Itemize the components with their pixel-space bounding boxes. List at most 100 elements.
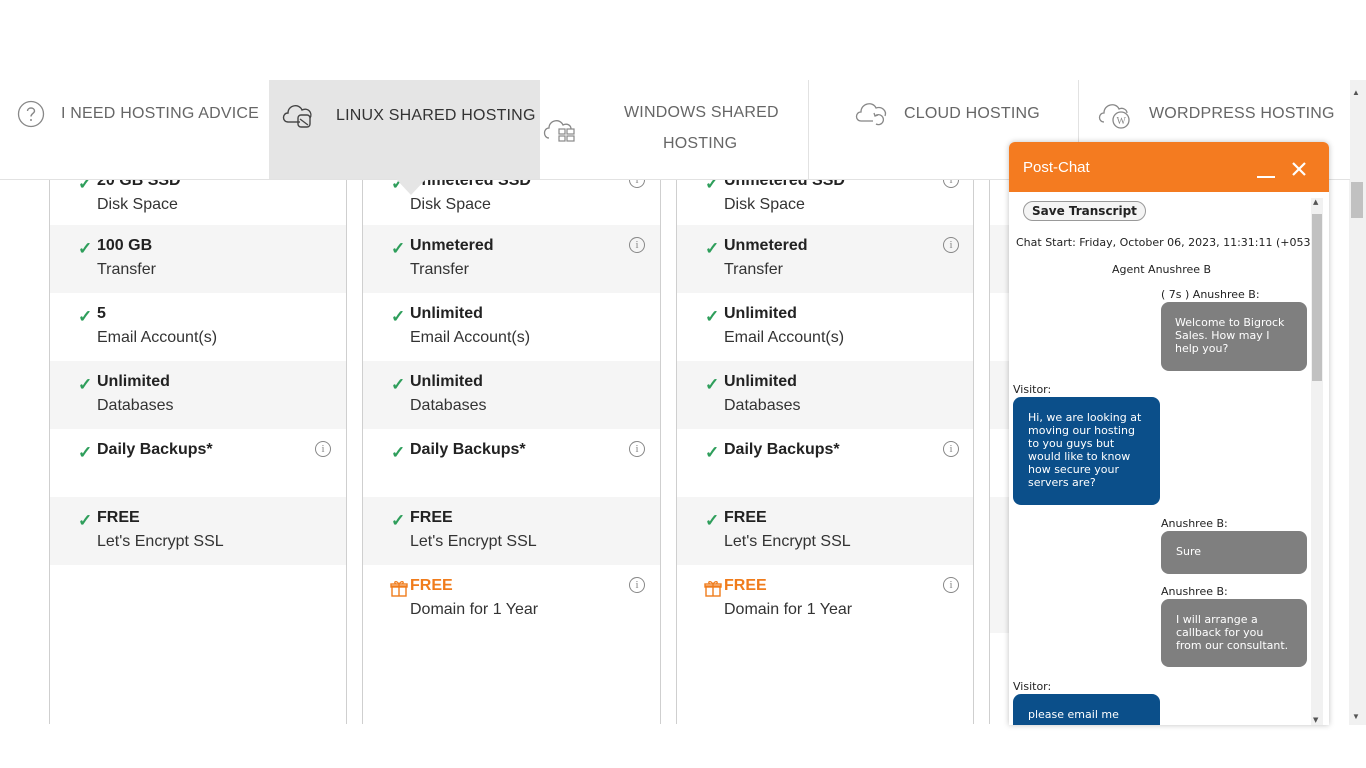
cloud-wordpress-icon: W <box>1098 104 1130 129</box>
plan-column-3: ✓ Unmetered SSD Disk Space i ✓ Unmetered… <box>676 160 974 724</box>
info-icon[interactable]: i <box>943 237 959 253</box>
feature-title: FREE <box>410 509 453 526</box>
feature-sub: Databases <box>724 397 801 414</box>
chat-scroll-down-arrow[interactable]: ▼ <box>1313 716 1318 724</box>
check-icon: ✓ <box>391 375 406 394</box>
visitor-message: Hi, we are looking at moving our hosting… <box>1013 397 1160 505</box>
feature-row: ✓ Daily Backups* i <box>363 429 660 497</box>
feature-row: ✓ Unlimited Email Account(s) <box>363 293 660 361</box>
tab-label: CLOUD HOSTING <box>904 105 1040 122</box>
feature-title: Daily Backups* <box>724 441 840 458</box>
plan-column-1: ✓ 20 GB SSD Disk Space ✓ 100 GB Transfer… <box>49 160 347 724</box>
check-icon: ✓ <box>78 511 93 530</box>
feature-row: ✓ FREE Let's Encrypt SSL <box>50 497 346 565</box>
agent-message: I will arrange a callback for you from o… <box>1161 599 1307 667</box>
feature-row: ✓ Unlimited Email Account(s) <box>677 293 973 361</box>
tab-label-line1: WINDOWS SHARED <box>624 104 779 121</box>
feature-row: ✓ 100 GB Transfer <box>50 225 346 293</box>
tab-label-line2: HOSTING <box>663 135 738 152</box>
chat-header: Post-Chat <box>1009 142 1329 192</box>
feature-sub: Disk Space <box>724 196 805 213</box>
feature-sub: Email Account(s) <box>724 329 845 346</box>
scroll-thumb[interactable] <box>1351 182 1363 218</box>
feature-sub: Email Account(s) <box>97 329 218 346</box>
cloud-icon <box>855 103 887 126</box>
message-sender: Anushree B: <box>1161 517 1228 530</box>
feature-title: Unmetered <box>410 237 494 254</box>
tab-label: I NEED HOSTING ADVICE <box>61 105 260 122</box>
feature-sub: Disk Space <box>410 196 491 213</box>
check-icon: ✓ <box>705 511 720 530</box>
agent-message: Welcome to Bigrock Sales. How may I help… <box>1161 302 1307 371</box>
feature-sub: Let's Encrypt SSL <box>724 533 851 550</box>
tab-hosting-advice[interactable]: I NEED HOSTING ADVICE <box>0 80 268 179</box>
feature-row: ✓ 5 Email Account(s) <box>50 293 346 361</box>
check-icon: ✓ <box>391 307 406 326</box>
feature-row: ✓ Unlimited Databases <box>363 361 660 429</box>
agent-name: Agent Anushree B <box>1112 263 1212 276</box>
feature-row: ✓ Unlimited Databases <box>50 361 346 429</box>
feature-title: Unlimited <box>724 373 797 390</box>
question-icon <box>17 100 45 128</box>
check-icon: ✓ <box>78 375 93 394</box>
check-icon: ✓ <box>391 511 406 530</box>
feature-sub: Domain for 1 Year <box>410 601 539 618</box>
feature-title: Daily Backups* <box>410 441 526 458</box>
info-icon[interactable]: i <box>629 237 645 253</box>
feature-row: ✓ Daily Backups* i <box>50 429 346 497</box>
feature-row: ✓ FREE Let's Encrypt SSL <box>677 497 973 565</box>
feature-row: ✓ Unlimited Databases <box>677 361 973 429</box>
gift-icon <box>390 581 408 597</box>
feature-title: Unmetered <box>724 237 808 254</box>
check-icon: ✓ <box>705 375 720 394</box>
tab-windows-shared-hosting[interactable]: WINDOWS SHARED HOSTING <box>540 80 808 179</box>
cloud-windows-icon <box>543 120 575 142</box>
feature-title: Unlimited <box>410 305 483 322</box>
tab-label: WORDPRESS HOSTING <box>1149 105 1335 122</box>
feature-sub: Let's Encrypt SSL <box>410 533 537 550</box>
chat-scrollbar[interactable]: ▲ ▼ <box>1311 198 1323 725</box>
feature-sub: Databases <box>97 397 174 414</box>
check-icon: ✓ <box>78 307 93 326</box>
chat-scroll-up-arrow[interactable]: ▲ <box>1313 198 1318 206</box>
feature-row: ✓ Unmetered Transfer i <box>363 225 660 293</box>
info-icon[interactable]: i <box>943 441 959 457</box>
check-icon: ✓ <box>78 239 93 258</box>
feature-row: ✓ Unmetered Transfer i <box>677 225 973 293</box>
save-transcript-button[interactable]: Save Transcript <box>1023 201 1146 221</box>
feature-title: FREE <box>97 509 140 526</box>
message-sender: Visitor: <box>1013 680 1052 693</box>
minimize-icon[interactable] <box>1257 176 1275 178</box>
feature-row: ✓ Daily Backups* i <box>677 429 973 497</box>
cloud-server-icon <box>282 105 312 128</box>
info-icon[interactable]: i <box>943 577 959 593</box>
close-icon[interactable] <box>1291 161 1307 177</box>
chat-start-text: Chat Start: Friday, October 06, 2023, 11… <box>1016 236 1322 249</box>
feature-title: Unlimited <box>97 373 170 390</box>
scroll-up-arrow[interactable]: ▲ <box>1352 88 1360 97</box>
plan-column-2: ✓ Unmetered SSD Disk Space i ✓ Unmetered… <box>362 160 661 724</box>
feature-title: FREE <box>410 577 453 594</box>
feature-sub: Transfer <box>724 261 783 278</box>
feature-row: ✓ FREE Let's Encrypt SSL <box>363 497 660 565</box>
feature-title: Daily Backups* <box>97 441 213 458</box>
feature-sub: Transfer <box>410 261 469 278</box>
tab-label: LINUX SHARED HOSTING <box>336 107 536 124</box>
check-icon: ✓ <box>391 239 406 258</box>
chat-transcript: Save Transcript Chat Start: Friday, Octo… <box>1009 192 1329 725</box>
page-scrollbar[interactable]: ▲ ▼ <box>1349 80 1366 725</box>
info-icon[interactable]: i <box>629 577 645 593</box>
scroll-down-arrow[interactable]: ▼ <box>1352 712 1360 721</box>
svg-text:W: W <box>1117 116 1127 127</box>
feature-sub: Domain for 1 Year <box>724 601 853 618</box>
feature-title: FREE <box>724 577 767 594</box>
tab-linux-shared-hosting[interactable]: LINUX SHARED HOSTING <box>269 80 540 179</box>
info-icon[interactable]: i <box>629 441 645 457</box>
feature-sub: Email Account(s) <box>410 329 531 346</box>
feature-title: Unlimited <box>410 373 483 390</box>
chat-scroll-thumb[interactable] <box>1312 214 1322 381</box>
visitor-message: please email me <box>1013 694 1160 725</box>
check-icon: ✓ <box>705 307 720 326</box>
message-sender: Anushree B: <box>1161 585 1228 598</box>
info-icon[interactable]: i <box>315 441 331 457</box>
